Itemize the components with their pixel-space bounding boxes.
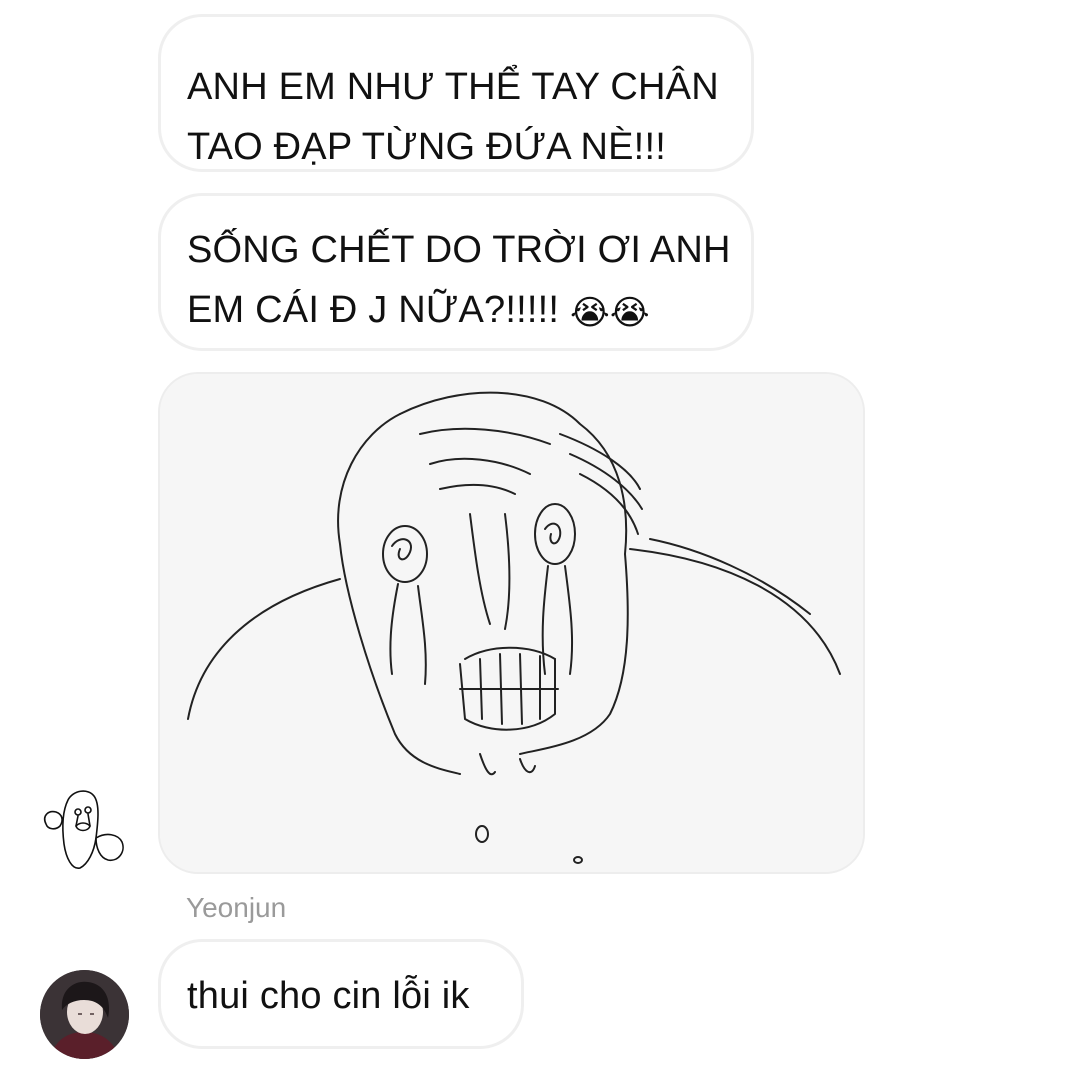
message-text-line: SỐNG CHẾT DO TRỜI ƠI ANH	[187, 229, 731, 271]
message-bubble-1[interactable]: ANH EM NHƯ THỂ TAY CHÂN TAO ĐẠP TỪNG ĐỨA…	[158, 14, 754, 172]
message-text-line: ANH EM NHƯ THỂ TAY CHÂN	[187, 66, 719, 108]
yeonjun-profile-photo-icon	[40, 970, 129, 1059]
crying-meme-drawing-icon	[160, 374, 863, 872]
sticker-avatar[interactable]	[38, 782, 130, 874]
message-text-line: TAO ĐẠP TỪNG ĐỨA NÈ!!!	[187, 126, 666, 168]
loudly-crying-emoji-icon: 😭😭	[569, 294, 650, 332]
sender-name: Yeonjun	[186, 892, 287, 923]
crying-sticker-avatar-icon	[43, 790, 124, 869]
message-text-fragment: EM CÁI Đ J NỮA?!!!!!	[187, 289, 570, 331]
message-bubble-2[interactable]: SỐNG CHẾT DO TRỜI ƠI ANH EM CÁI Đ J NỮA?…	[158, 193, 754, 351]
message-text-line: thui cho cin lỗi ik	[187, 975, 470, 1017]
message-image[interactable]	[160, 374, 863, 872]
message-bubble-yeonjun[interactable]: thui cho cin lỗi ik	[158, 939, 524, 1049]
yeonjun-avatar[interactable]	[40, 970, 129, 1059]
message-text-line: EM CÁI Đ J NỮA?!!!!! 😭😭	[187, 280, 725, 343]
